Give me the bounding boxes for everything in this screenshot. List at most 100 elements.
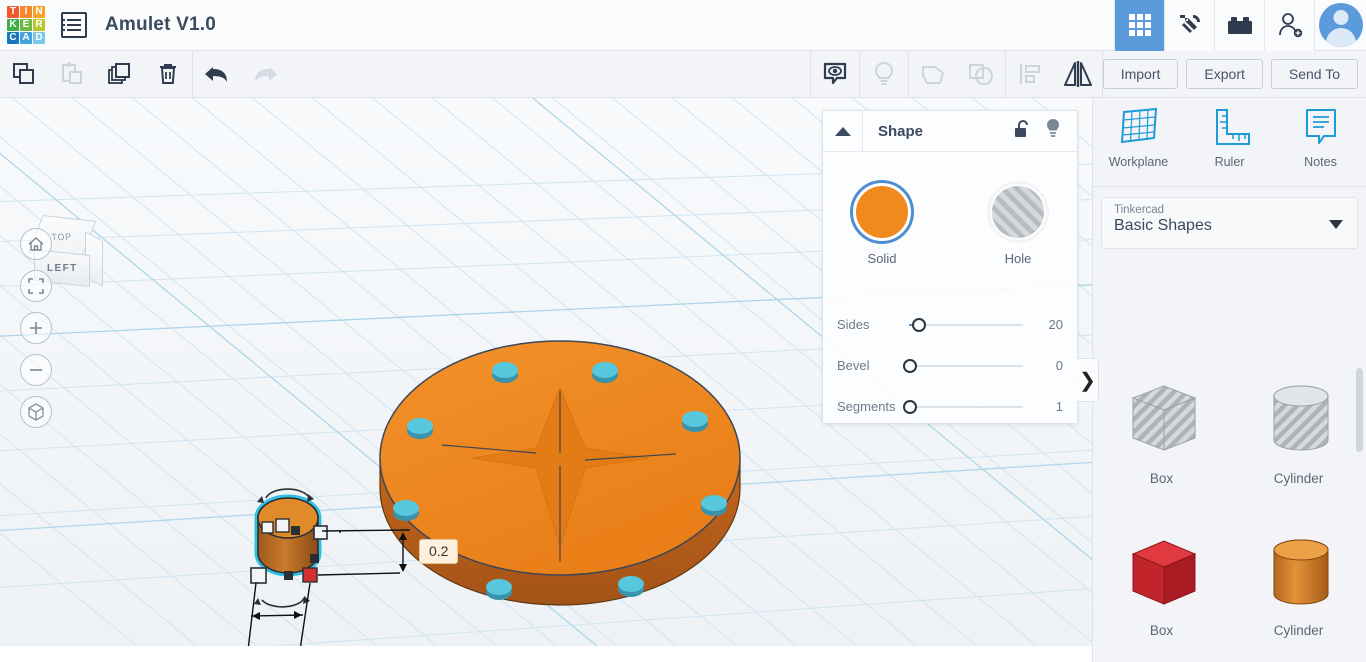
shape-cylinder[interactable]: Cylinder bbox=[1230, 506, 1366, 658]
shape-scribble[interactable]: Scribble bbox=[1230, 658, 1366, 662]
duplicate-icon[interactable] bbox=[96, 51, 144, 98]
view-cube-top-label: TOP bbox=[51, 232, 72, 243]
solid-label: Solid bbox=[844, 251, 920, 266]
shape-box-label: Box bbox=[1150, 623, 1173, 638]
hole-label: Hole bbox=[980, 251, 1056, 266]
delete-trash-icon[interactable] bbox=[144, 51, 192, 98]
avatar[interactable] bbox=[1314, 0, 1366, 51]
add-user-icon[interactable] bbox=[1264, 0, 1314, 51]
tinkercad-app: TINKERCAD Amulet V1.0 bbox=[0, 0, 1366, 662]
workplane-grid-icon bbox=[1116, 106, 1162, 148]
shape-hole-box[interactable]: Box bbox=[1093, 354, 1230, 506]
undo-arrow-icon[interactable] bbox=[193, 51, 241, 98]
send-to-button[interactable]: Send To bbox=[1271, 59, 1358, 89]
notes-tool-label: Notes bbox=[1304, 155, 1337, 169]
segments-slider-track[interactable] bbox=[909, 397, 1023, 417]
logo-tile-i: I bbox=[20, 6, 32, 18]
fill-mode-row: Solid Hole bbox=[823, 186, 1077, 266]
segments-slider[interactable]: Segments 1 bbox=[837, 386, 1063, 427]
home-view-icon[interactable] bbox=[20, 228, 52, 260]
pickaxe-icon[interactable] bbox=[1164, 0, 1214, 51]
logo-tile-c: C bbox=[7, 32, 19, 44]
shape-hole-cylinder[interactable]: Cylinder bbox=[1230, 354, 1366, 506]
solid-swatch[interactable]: Solid bbox=[844, 186, 920, 266]
logo-tile-r: R bbox=[33, 19, 45, 31]
zoom-out-icon[interactable] bbox=[20, 354, 52, 386]
ruler-tool-label: Ruler bbox=[1215, 155, 1245, 169]
logo-tile-t: T bbox=[7, 6, 19, 18]
sides-slider-label: Sides bbox=[837, 317, 909, 332]
shape-hole-cylinder-label: Cylinder bbox=[1274, 471, 1324, 486]
bevel-slider-track[interactable] bbox=[909, 356, 1023, 376]
tinkercad-logo[interactable]: TIN KER CAD bbox=[7, 6, 45, 44]
perspective-toggle-icon[interactable] bbox=[20, 396, 52, 428]
copy-icon[interactable] bbox=[0, 51, 48, 98]
amulet-disc-model bbox=[380, 341, 740, 605]
ruler-icon bbox=[1209, 106, 1251, 148]
panel-collapse-handle[interactable]: ❯ bbox=[1077, 358, 1099, 402]
shape-panel-header-icons bbox=[1014, 118, 1077, 144]
shape-library-list[interactable]: Box Cylinder bbox=[1093, 354, 1366, 662]
import-button[interactable]: Import bbox=[1103, 59, 1179, 89]
unlock-icon[interactable] bbox=[1014, 119, 1031, 144]
align-icon[interactable] bbox=[1006, 51, 1054, 98]
group-shape-icon[interactable] bbox=[909, 51, 957, 98]
main-toolbar: Import Export Send To bbox=[0, 51, 1366, 98]
bevel-slider[interactable]: Bevel 0 bbox=[837, 345, 1063, 386]
logo-tile-a: A bbox=[20, 32, 32, 44]
shape-sliders: Sides 20 Bevel 0 Segments bbox=[823, 304, 1077, 427]
shape-box[interactable]: Box bbox=[1093, 506, 1230, 658]
right-sidebar: Workplane Ruler Notes Tinkercad Basic Sh… bbox=[1092, 98, 1366, 662]
solid-color-circle[interactable] bbox=[856, 186, 908, 238]
export-button[interactable]: Export bbox=[1186, 59, 1262, 89]
workplane-tool-label: Workplane bbox=[1109, 155, 1169, 169]
apps-grid-icon[interactable] bbox=[1114, 0, 1164, 51]
view-cube-front-label: LEFT bbox=[47, 262, 78, 273]
hole-swatch[interactable]: Hole bbox=[980, 186, 1056, 266]
segments-slider-label: Segments bbox=[837, 399, 909, 414]
shape-properties-panel: Shape bbox=[822, 110, 1078, 424]
sides-slider-value: 20 bbox=[1023, 317, 1063, 332]
shape-library-grid: Box Cylinder bbox=[1093, 354, 1366, 662]
shape-cylinder-label: Cylinder bbox=[1274, 623, 1324, 638]
lego-brick-icon[interactable] bbox=[1214, 0, 1264, 51]
visibility-eye-icon[interactable] bbox=[811, 51, 859, 98]
lightbulb-icon[interactable] bbox=[860, 51, 908, 98]
sidebar-divider bbox=[1093, 186, 1366, 187]
sidebar-tools: Workplane Ruler Notes bbox=[1093, 98, 1366, 186]
zoom-in-icon[interactable] bbox=[20, 312, 52, 344]
triangle-up-icon[interactable] bbox=[823, 111, 863, 151]
ungroup-shape-icon[interactable] bbox=[957, 51, 1005, 98]
bevel-slider-label: Bevel bbox=[837, 358, 909, 373]
library-scrollbar-thumb[interactable] bbox=[1356, 368, 1363, 452]
ruler-tool[interactable]: Ruler bbox=[1184, 106, 1275, 186]
sides-slider[interactable]: Sides 20 bbox=[837, 304, 1063, 345]
logo-tile-n: N bbox=[33, 6, 45, 18]
mirror-flip-icon[interactable] bbox=[1054, 51, 1102, 98]
library-group-label: Tinkercad bbox=[1114, 204, 1345, 216]
logo-tile-k: K bbox=[7, 19, 19, 31]
sides-slider-track[interactable] bbox=[909, 315, 1023, 335]
shape-panel-header: Shape bbox=[823, 111, 1077, 152]
fit-to-view-icon[interactable] bbox=[20, 270, 52, 302]
workplane-tool[interactable]: Workplane bbox=[1093, 106, 1184, 186]
bevel-slider-value: 0 bbox=[1023, 358, 1063, 373]
shape-library-dropdown[interactable]: Tinkercad Basic Shapes bbox=[1101, 197, 1358, 249]
lightbulb-icon[interactable] bbox=[1045, 118, 1061, 144]
hole-hatch-circle[interactable] bbox=[992, 186, 1044, 238]
redo-arrow-icon[interactable] bbox=[241, 51, 289, 98]
top-right-actions bbox=[1114, 0, 1366, 51]
chevron-down-icon bbox=[1329, 220, 1343, 229]
notes-tool[interactable]: Notes bbox=[1275, 106, 1366, 186]
segments-slider-value: 1 bbox=[1023, 399, 1063, 414]
paste-icon[interactable] bbox=[48, 51, 96, 98]
shape-panel-body: Solid Hole Sides 20 Bevel bbox=[823, 152, 1077, 427]
height-dimension-label[interactable]: 0.2 bbox=[419, 539, 458, 564]
list-menu-icon[interactable] bbox=[61, 12, 87, 38]
top-bar: TINKERCAD Amulet V1.0 bbox=[0, 0, 1366, 51]
shape-hole-box-label: Box bbox=[1150, 471, 1173, 486]
logo-tile-e: E bbox=[20, 19, 32, 31]
shape-panel-title: Shape bbox=[878, 123, 923, 140]
logo-tile-d: D bbox=[33, 32, 45, 44]
shape-sphere[interactable]: Sphere bbox=[1093, 658, 1230, 662]
